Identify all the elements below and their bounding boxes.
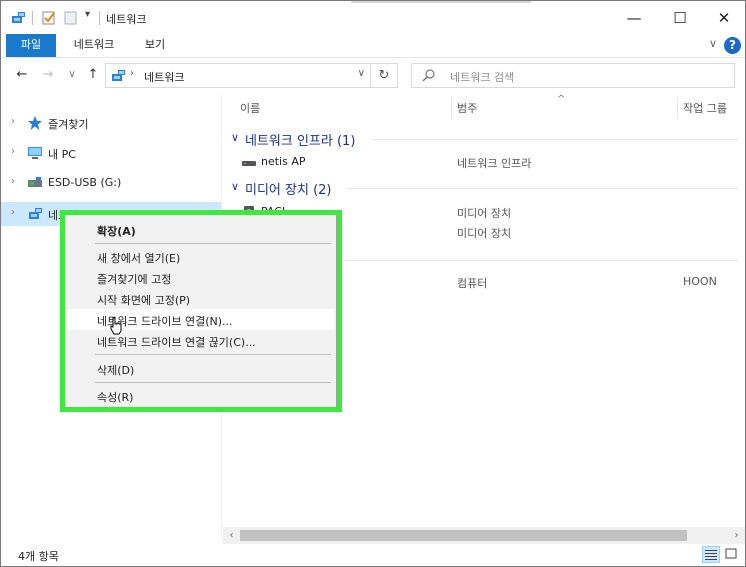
network-icon — [12, 12, 25, 23]
address-dropdown-icon[interactable]: ∨ — [358, 68, 365, 79]
tab-file[interactable]: 파일 — [6, 34, 56, 57]
up-button[interactable]: ↑ — [84, 66, 102, 84]
expand-chevron-icon[interactable]: › — [11, 176, 15, 187]
tree-item-this-pc[interactable]: › 내 PC — [1, 141, 221, 165]
list-item[interactable]: netis AP 네트워크 인프라 — [223, 152, 743, 172]
highlight-box — [60, 210, 342, 412]
large-icons-view-button[interactable] — [723, 546, 741, 563]
expand-chevron-icon[interactable]: › — [11, 116, 15, 127]
navigation-bar: ← → ∨ ↑ › 네트워크 ∨ ↻ 네트워크 검색 — [1, 59, 745, 93]
scroll-left-icon[interactable]: ‹ — [224, 528, 239, 543]
group-header[interactable]: ∨ 미디어 장치 (2) — [223, 177, 743, 199]
sort-caret-icon: ^ — [557, 94, 566, 105]
address-path[interactable]: 네트워크 — [144, 69, 184, 85]
recent-locations-chevron-icon[interactable]: ∨ — [63, 66, 81, 84]
column-header-name[interactable]: 이름 — [240, 100, 260, 116]
network-icon — [112, 70, 125, 81]
star-icon — [28, 116, 42, 130]
breadcrumb-chevron-icon[interactable]: › — [130, 68, 134, 79]
group-divider — [348, 188, 738, 189]
scrollbar-thumb[interactable] — [240, 530, 687, 541]
search-input[interactable]: 네트워크 검색 — [411, 63, 735, 88]
tree-item-label: 즐겨찾기 — [48, 118, 89, 131]
tab-network[interactable]: 네트워크 — [63, 34, 125, 57]
properties-icon[interactable] — [41, 10, 57, 26]
item-workgroup: HOON — [683, 275, 717, 288]
address-bar[interactable]: › 네트워크 ∨ — [105, 63, 371, 88]
item-category: 네트워크 인프라 — [457, 157, 532, 170]
maximize-button[interactable]: ☐ — [657, 1, 703, 34]
drag-strip — [351, 1, 531, 3]
title-separator — [32, 11, 33, 25]
group-header[interactable]: ∨ 네트워크 인프라 (1) — [223, 128, 743, 150]
expand-chevron-icon[interactable]: › — [11, 207, 15, 218]
title-bar: ▾ 네트워크 — ☐ ✕ — [1, 1, 745, 34]
explorer-window: ▾ 네트워크 — ☐ ✕ 파일 네트워크 보기 ∨ ? ← → ∨ ↑ › 네트… — [0, 0, 746, 567]
large-icons-view-icon — [725, 548, 737, 559]
column-header-category[interactable]: 범주 — [457, 100, 477, 116]
column-separator[interactable] — [677, 97, 678, 119]
forward-button[interactable]: → — [39, 66, 57, 84]
group-label: 네트워크 인프라 (1) — [245, 134, 356, 149]
group-label: 미디어 장치 (2) — [245, 183, 332, 198]
ribbon-tabs: 파일 네트워크 보기 ∨ ? — [1, 34, 745, 58]
details-view-icon — [705, 550, 717, 560]
new-folder-icon[interactable] — [63, 10, 79, 26]
hand-cursor-icon — [110, 317, 122, 335]
help-button[interactable]: ? — [724, 37, 741, 54]
search-placeholder: 네트워크 검색 — [450, 71, 515, 84]
collapse-chevron-icon[interactable]: ∨ — [231, 131, 239, 144]
expand-chevron-icon[interactable]: › — [11, 146, 15, 157]
status-bar: 4개 항목 — [1, 544, 745, 566]
column-header-workgroup[interactable]: 작업 그룹 — [683, 100, 727, 116]
search-icon — [422, 69, 435, 82]
details-view-button[interactable] — [702, 546, 720, 563]
tree-item-label: 내 PC — [48, 148, 76, 161]
tree-item-favorites[interactable]: › 즐겨찾기 — [1, 111, 221, 135]
scroll-right-icon[interactable]: › — [729, 528, 744, 543]
item-category: 미디어 장치 — [457, 227, 512, 240]
minimize-button[interactable]: — — [611, 1, 657, 34]
column-separator[interactable] — [451, 97, 452, 119]
item-category: 미디어 장치 — [457, 207, 512, 220]
group-divider — [343, 260, 738, 261]
group-divider — [373, 139, 738, 140]
item-category: 컴퓨터 — [457, 277, 488, 290]
router-icon — [242, 161, 256, 166]
close-button[interactable]: ✕ — [701, 1, 746, 34]
tree-item-usb-drive[interactable]: › ESD-USB (G:) — [1, 171, 221, 195]
tree-item-label: ESD-USB (G:) — [48, 176, 122, 189]
network-icon — [29, 208, 42, 219]
window-title: 네트워크 — [106, 13, 147, 26]
item-name: netis AP — [261, 155, 306, 168]
ribbon-expand-chevron-icon[interactable]: ∨ — [709, 37, 717, 50]
refresh-button[interactable]: ↻ — [371, 63, 398, 88]
title-separator — [99, 11, 100, 25]
back-button[interactable]: ← — [13, 66, 31, 84]
horizontal-scrollbar[interactable]: ‹ › — [223, 527, 745, 544]
pc-icon — [28, 147, 42, 159]
item-count: 4개 항목 — [18, 550, 59, 563]
usb-drive-icon — [28, 177, 42, 187]
collapse-chevron-icon[interactable]: ∨ — [231, 180, 239, 193]
tab-view[interactable]: 보기 — [133, 34, 177, 57]
